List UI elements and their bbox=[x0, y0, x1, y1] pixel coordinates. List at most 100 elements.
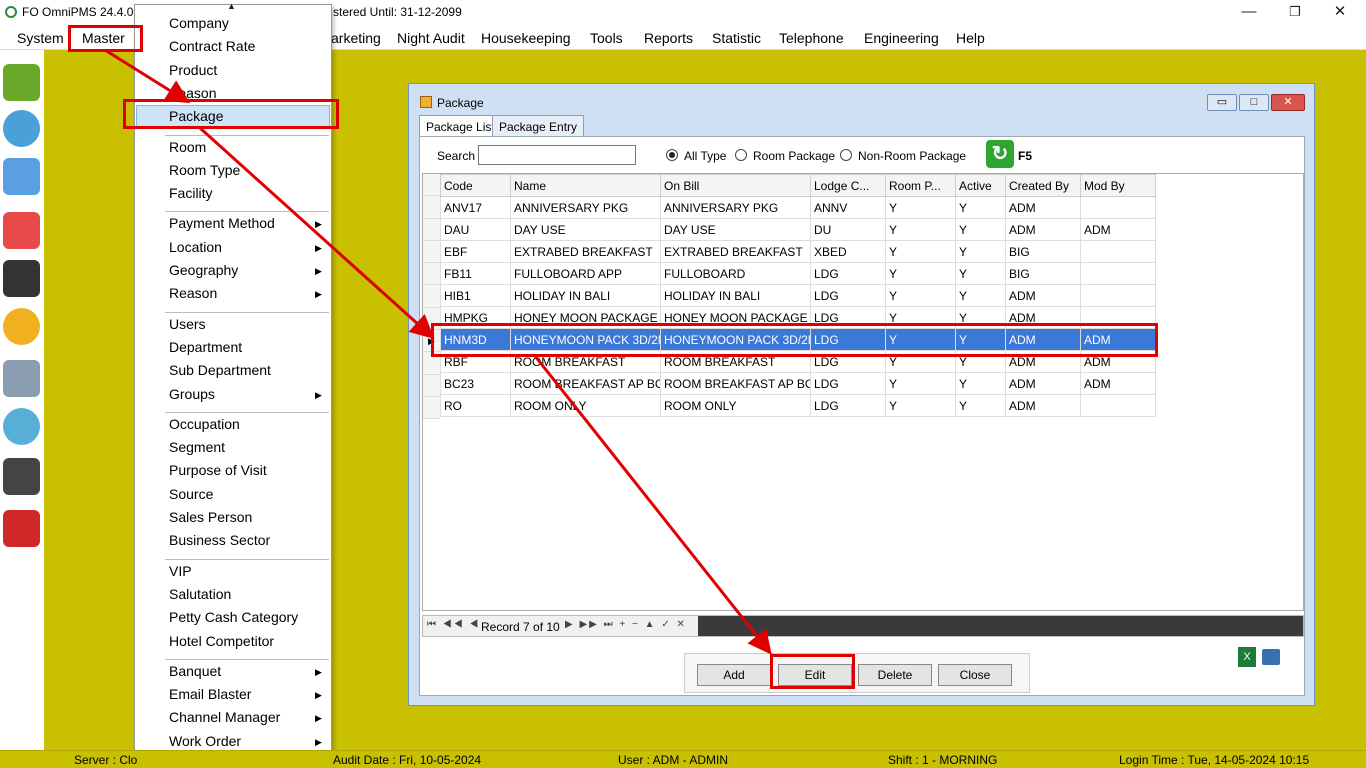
table-cell[interactable]: LDG bbox=[810, 394, 886, 417]
delete-button[interactable]: Delete bbox=[858, 664, 932, 686]
table-row[interactable]: BC23ROOM BREAKFAST AP BCO...ROOM BREAKFA… bbox=[440, 372, 1156, 395]
table-cell[interactable] bbox=[1080, 240, 1156, 263]
table-cell[interactable]: BIG bbox=[1005, 262, 1081, 285]
table-cell[interactable]: DAY USE bbox=[660, 218, 811, 241]
table-cell[interactable]: Y bbox=[955, 196, 1006, 219]
table-cell[interactable] bbox=[1080, 284, 1156, 307]
menu-item-hotel-competitor[interactable]: Hotel Competitor bbox=[169, 633, 274, 649]
menu-item-product[interactable]: Product bbox=[169, 62, 217, 78]
table-cell[interactable]: Y bbox=[885, 218, 956, 241]
menu-tools[interactable]: Tools bbox=[590, 30, 623, 46]
menu-reports[interactable]: Reports bbox=[644, 30, 693, 46]
table-cell[interactable]: Y bbox=[955, 218, 1006, 241]
row-header[interactable] bbox=[423, 263, 440, 286]
table-cell[interactable]: ROOM BREAKFAST AP BCO... bbox=[660, 372, 811, 395]
table-cell[interactable]: ROOM ONLY bbox=[660, 394, 811, 417]
menu-item-payment-method[interactable]: Payment Method bbox=[169, 215, 275, 231]
menu-item-reason[interactable]: Reason bbox=[169, 285, 217, 301]
menu-item-salutation[interactable]: Salutation bbox=[169, 586, 231, 602]
table-cell[interactable]: ADM bbox=[1005, 372, 1081, 395]
users-icon[interactable] bbox=[3, 110, 40, 147]
table-cell[interactable]: Y bbox=[885, 372, 956, 395]
table-cell[interactable]: ADM bbox=[1005, 284, 1081, 307]
radio-room-package[interactable] bbox=[735, 149, 747, 161]
column-header[interactable]: On Bill bbox=[660, 174, 811, 197]
table-cell[interactable]: RO bbox=[440, 394, 511, 417]
table-cell[interactable]: LDG bbox=[810, 372, 886, 395]
table-row[interactable]: FB11 FULLOBOARD APP FULLOBOARD LDG Y Y BIG bbox=[440, 262, 1156, 285]
window-minimize-button[interactable]: ▭ bbox=[1207, 94, 1237, 111]
table-cell[interactable]: Y bbox=[955, 240, 1006, 263]
menu-item-petty-cash-category[interactable]: Petty Cash Category bbox=[169, 609, 298, 625]
menu-telephone[interactable]: Telephone bbox=[779, 30, 844, 46]
table-cell[interactable]: Y bbox=[885, 262, 956, 285]
excel-export-icon[interactable]: X bbox=[1238, 647, 1256, 667]
menu-item-purpose-of-visit[interactable]: Purpose of Visit bbox=[169, 462, 267, 478]
menu-item-groups[interactable]: Groups bbox=[169, 386, 215, 402]
walk-icon[interactable] bbox=[3, 64, 40, 101]
table-cell[interactable]: ANNV bbox=[810, 196, 886, 219]
menu-system[interactable]: System bbox=[17, 30, 64, 46]
menu-item-facility[interactable]: Facility bbox=[169, 185, 213, 201]
menu-item-occupation[interactable]: Occupation bbox=[169, 416, 240, 432]
table-cell[interactable]: BIG bbox=[1005, 240, 1081, 263]
menu-engineering[interactable]: Engineering bbox=[864, 30, 939, 46]
search-chart-icon[interactable] bbox=[3, 408, 40, 445]
table-cell[interactable]: FB11 bbox=[440, 262, 511, 285]
table-cell[interactable]: ANNIVERSARY PKG bbox=[660, 196, 811, 219]
table-cell[interactable] bbox=[1080, 196, 1156, 219]
table-cell[interactable]: LDG bbox=[810, 284, 886, 307]
table-cell[interactable]: Y bbox=[885, 284, 956, 307]
table-cell[interactable]: DAU bbox=[440, 218, 511, 241]
floorplan-icon[interactable] bbox=[3, 158, 40, 195]
table-cell[interactable]: XBED bbox=[810, 240, 886, 263]
table-cell[interactable]: ROOM BREAKFAST AP BCO... bbox=[510, 372, 661, 395]
printer-icon[interactable] bbox=[1262, 649, 1280, 665]
table-row[interactable]: HIB1 HOLIDAY IN BALI HOLIDAY IN BALI LDG Y Y A… bbox=[440, 284, 1156, 307]
menu-item-contract-rate[interactable]: Contract Rate bbox=[169, 38, 255, 54]
table-cell[interactable]: EXTRABED BREAKFAST bbox=[660, 240, 811, 263]
table-cell[interactable]: Y bbox=[955, 262, 1006, 285]
calendar-2023-icon[interactable] bbox=[3, 260, 40, 297]
horizontal-scrollbar[interactable] bbox=[698, 616, 1303, 636]
table-cell[interactable]: Y bbox=[885, 196, 956, 219]
table-row[interactable]: DAU DAY USE DAY USE DU Y Y ADM ADM bbox=[440, 218, 1156, 241]
table-cell[interactable]: FULLOBOARD APP bbox=[510, 262, 661, 285]
row-header[interactable] bbox=[423, 285, 440, 308]
table-cell[interactable]: HOLIDAY IN BALI bbox=[660, 284, 811, 307]
tab-package-list[interactable]: Package List bbox=[419, 115, 502, 137]
bar-chart-icon[interactable] bbox=[3, 458, 40, 495]
table-cell[interactable]: DU bbox=[810, 218, 886, 241]
menu-item-business-sector[interactable]: Business Sector bbox=[169, 532, 270, 548]
menu-item-email-blaster[interactable]: Email Blaster bbox=[169, 686, 251, 702]
table-cell[interactable] bbox=[1080, 394, 1156, 417]
table-cell[interactable]: ADM bbox=[1005, 218, 1081, 241]
restore-button[interactable]: ❐ bbox=[1280, 2, 1310, 22]
row-header[interactable] bbox=[423, 374, 440, 397]
menu-item-users[interactable]: Users bbox=[169, 316, 206, 332]
menu-item-company[interactable]: Company bbox=[169, 15, 229, 31]
cleaning-icon[interactable] bbox=[3, 360, 40, 397]
menu-scroll-up-icon[interactable]: ▲ bbox=[227, 1, 236, 11]
table-cell[interactable]: HOLIDAY IN BALI bbox=[510, 284, 661, 307]
menu-item-vip[interactable]: VIP bbox=[169, 563, 192, 579]
menu-item-room-type[interactable]: Room Type bbox=[169, 162, 240, 178]
row-header[interactable] bbox=[423, 240, 440, 264]
menu-item-channel-manager[interactable]: Channel Manager bbox=[169, 709, 280, 725]
row-header[interactable] bbox=[423, 196, 440, 219]
table-cell[interactable]: Y bbox=[885, 394, 956, 417]
column-header[interactable]: Code bbox=[440, 174, 511, 197]
tab-package-entry[interactable]: Package Entry bbox=[492, 115, 585, 137]
menu-item-location[interactable]: Location bbox=[169, 239, 222, 255]
table-cell[interactable]: Y bbox=[885, 240, 956, 263]
available-badge-icon[interactable] bbox=[3, 308, 40, 345]
table-row[interactable]: RO ROOM ONLY ROOM ONLY LDG Y Y ADM bbox=[440, 394, 1156, 417]
table-cell[interactable]: ANV17 bbox=[440, 196, 511, 219]
calendar-grid-icon[interactable] bbox=[3, 212, 40, 249]
nav-next-last-icons[interactable]: ▶ ▶▶ ⏭ + − ▲ ✓ ✕ bbox=[565, 619, 687, 630]
window-close-button[interactable]: ✕ bbox=[1271, 94, 1305, 111]
menu-item-segment[interactable]: Segment bbox=[169, 439, 225, 455]
table-cell[interactable]: ADM bbox=[1005, 394, 1081, 417]
menu-night-audit[interactable]: Night Audit bbox=[397, 30, 465, 46]
table-cell[interactable]: FULLOBOARD bbox=[660, 262, 811, 285]
